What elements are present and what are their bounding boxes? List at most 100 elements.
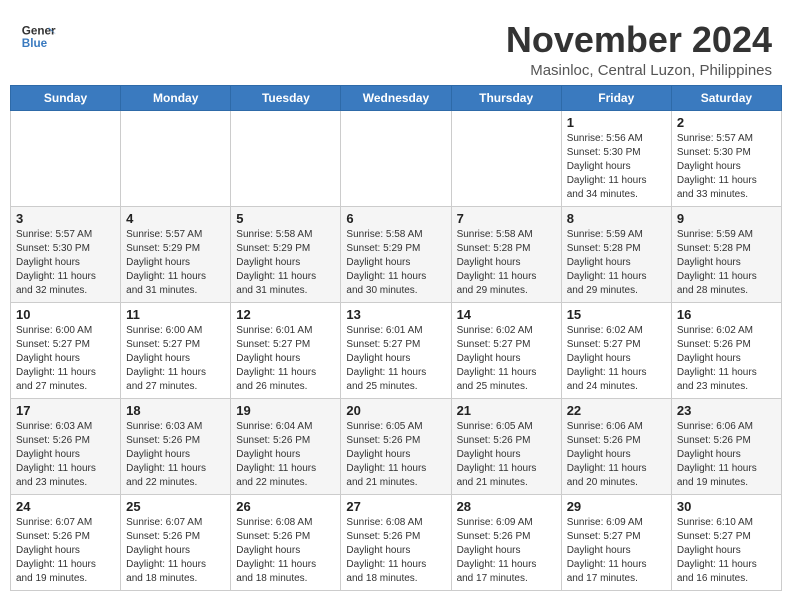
day-info: Sunrise: 5:58 AMSunset: 5:29 PMDaylight … xyxy=(346,228,445,298)
calendar-cell: 18 Sunrise: 6:03 AMSunset: 5:26 PMDayligh… xyxy=(121,398,231,494)
day-number: 25 xyxy=(126,499,225,514)
day-number: 11 xyxy=(126,307,225,322)
day-number: 2 xyxy=(677,115,776,130)
month-year-title: November 2024 xyxy=(506,20,772,60)
day-number: 29 xyxy=(567,499,666,514)
weekday-header-sunday: Sunday xyxy=(11,85,121,110)
day-number: 23 xyxy=(677,403,776,418)
calendar-cell: 26 Sunrise: 6:08 AMSunset: 5:26 PMDayligh… xyxy=(231,494,341,590)
calendar-cell xyxy=(341,110,451,206)
day-number: 6 xyxy=(346,211,445,226)
day-number: 17 xyxy=(16,403,115,418)
calendar-cell: 28Sunrise: 6:09 AMSunset: 5:26 PMDayligh… xyxy=(451,494,561,590)
day-info: Sunrise: 6:06 AMSunset: 5:26 PMDaylight … xyxy=(677,420,776,490)
day-number: 19 xyxy=(236,403,335,418)
calendar-cell: 29 Sunrise: 6:09 AMSunset: 5:27 PMDayligh… xyxy=(561,494,671,590)
day-info: Sunrise: 6:08 AMSunset: 5:26 PMDaylight … xyxy=(236,516,335,586)
day-number: 26 xyxy=(236,499,335,514)
day-number: 24 xyxy=(16,499,115,514)
calendar-cell: 24 Sunrise: 6:07 AMSunset: 5:26 PMDayligh… xyxy=(11,494,121,590)
day-info: Sunrise: 6:05 AMSunset: 5:26 PMDaylight … xyxy=(346,420,445,490)
day-number: 13 xyxy=(346,307,445,322)
calendar-cell: 23 Sunrise: 6:06 AMSunset: 5:26 PMDayligh… xyxy=(671,398,781,494)
day-info: Sunrise: 6:05 AMSunset: 5:26 PMDaylight … xyxy=(457,420,556,490)
day-info: Sunrise: 6:02 AMSunset: 5:27 PMDaylight … xyxy=(567,324,666,394)
calendar-cell: 14Sunrise: 6:02 AMSunset: 5:27 PMDayligh… xyxy=(451,302,561,398)
weekday-header-tuesday: Tuesday xyxy=(231,85,341,110)
calendar-cell xyxy=(121,110,231,206)
day-info: Sunrise: 5:58 AMSunset: 5:28 PMDaylight … xyxy=(457,228,556,298)
day-number: 12 xyxy=(236,307,335,322)
calendar-cell xyxy=(11,110,121,206)
calendar-week-row: 1 Sunrise: 5:56 AMSunset: 5:30 PMDaylight… xyxy=(11,110,782,206)
calendar-week-row: 17 Sunrise: 6:03 AMSunset: 5:26 PMDayligh… xyxy=(11,398,782,494)
svg-text:General: General xyxy=(22,24,56,37)
svg-text:Blue: Blue xyxy=(22,37,48,50)
day-info: Sunrise: 6:04 AMSunset: 5:26 PMDaylight … xyxy=(236,420,335,490)
day-number: 27 xyxy=(346,499,445,514)
day-info: Sunrise: 5:57 AMSunset: 5:30 PMDaylight … xyxy=(677,132,776,202)
day-number: 9 xyxy=(677,211,776,226)
day-number: 18 xyxy=(126,403,225,418)
weekday-header-monday: Monday xyxy=(121,85,231,110)
day-info: Sunrise: 6:03 AMSunset: 5:26 PMDaylight … xyxy=(16,420,115,490)
calendar-cell: 16Sunrise: 6:02 AMSunset: 5:26 PMDayligh… xyxy=(671,302,781,398)
calendar-cell: 6 Sunrise: 5:58 AMSunset: 5:29 PMDaylight… xyxy=(341,206,451,302)
day-info: Sunrise: 6:02 AMSunset: 5:27 PMDaylight … xyxy=(457,324,556,394)
day-info: Sunrise: 5:56 AMSunset: 5:30 PMDaylight … xyxy=(567,132,666,202)
day-info: Sunrise: 6:01 AMSunset: 5:27 PMDaylight … xyxy=(346,324,445,394)
day-number: 3 xyxy=(16,211,115,226)
day-info: Sunrise: 5:58 AMSunset: 5:29 PMDaylight … xyxy=(236,228,335,298)
weekday-header-saturday: Saturday xyxy=(671,85,781,110)
day-info: Sunrise: 5:59 AMSunset: 5:28 PMDaylight … xyxy=(677,228,776,298)
calendar-cell: 17 Sunrise: 6:03 AMSunset: 5:26 PMDayligh… xyxy=(11,398,121,494)
calendar-cell: 4 Sunrise: 5:57 AMSunset: 5:29 PMDaylight… xyxy=(121,206,231,302)
calendar-table: SundayMondayTuesdayWednesdayThursdayFrid… xyxy=(10,85,782,591)
calendar-cell xyxy=(451,110,561,206)
calendar-cell xyxy=(231,110,341,206)
calendar-cell: 20 Sunrise: 6:05 AMSunset: 5:26 PMDayligh… xyxy=(341,398,451,494)
day-info: Sunrise: 6:07 AMSunset: 5:26 PMDaylight … xyxy=(126,516,225,586)
day-info: Sunrise: 6:00 AMSunset: 5:27 PMDaylight … xyxy=(126,324,225,394)
title-block: November 2024 Masinloc, Central Luzon, P… xyxy=(506,20,772,79)
day-number: 5 xyxy=(236,211,335,226)
calendar-cell: 12 Sunrise: 6:01 AMSunset: 5:27 PMDayligh… xyxy=(231,302,341,398)
weekday-header-wednesday: Wednesday xyxy=(341,85,451,110)
day-number: 4 xyxy=(126,211,225,226)
weekday-header-friday: Friday xyxy=(561,85,671,110)
calendar-cell: 8Sunrise: 5:59 AMSunset: 5:28 PMDaylight… xyxy=(561,206,671,302)
page-header: General Blue November 2024 Masinloc, Cen… xyxy=(10,10,782,85)
weekday-header-row: SundayMondayTuesdayWednesdayThursdayFrid… xyxy=(11,85,782,110)
calendar-cell: 3 Sunrise: 5:57 AMSunset: 5:30 PMDaylight… xyxy=(11,206,121,302)
day-info: Sunrise: 6:06 AMSunset: 5:26 PMDaylight … xyxy=(567,420,666,490)
day-info: Sunrise: 6:03 AMSunset: 5:26 PMDaylight … xyxy=(126,420,225,490)
calendar-cell: 21Sunrise: 6:05 AMSunset: 5:26 PMDayligh… xyxy=(451,398,561,494)
day-info: Sunrise: 6:09 AMSunset: 5:26 PMDaylight … xyxy=(457,516,556,586)
calendar-cell: 5 Sunrise: 5:58 AMSunset: 5:29 PMDaylight… xyxy=(231,206,341,302)
calendar-cell: 11 Sunrise: 6:00 AMSunset: 5:27 PMDayligh… xyxy=(121,302,231,398)
calendar-cell: 10Sunrise: 6:00 AMSunset: 5:27 PMDayligh… xyxy=(11,302,121,398)
logo-icon: General Blue xyxy=(20,20,56,56)
day-number: 15 xyxy=(567,307,666,322)
day-info: Sunrise: 6:07 AMSunset: 5:26 PMDaylight … xyxy=(16,516,115,586)
day-number: 8 xyxy=(567,211,666,226)
calendar-cell: 30Sunrise: 6:10 AMSunset: 5:27 PMDayligh… xyxy=(671,494,781,590)
day-info: Sunrise: 6:08 AMSunset: 5:26 PMDaylight … xyxy=(346,516,445,586)
day-info: Sunrise: 5:57 AMSunset: 5:30 PMDaylight … xyxy=(16,228,115,298)
day-info: Sunrise: 6:09 AMSunset: 5:27 PMDaylight … xyxy=(567,516,666,586)
day-number: 1 xyxy=(567,115,666,130)
weekday-header-thursday: Thursday xyxy=(451,85,561,110)
calendar-cell: 2 Sunrise: 5:57 AMSunset: 5:30 PMDaylight… xyxy=(671,110,781,206)
day-number: 16 xyxy=(677,307,776,322)
day-number: 20 xyxy=(346,403,445,418)
day-info: Sunrise: 6:01 AMSunset: 5:27 PMDaylight … xyxy=(236,324,335,394)
calendar-week-row: 10Sunrise: 6:00 AMSunset: 5:27 PMDayligh… xyxy=(11,302,782,398)
day-info: Sunrise: 5:57 AMSunset: 5:29 PMDaylight … xyxy=(126,228,225,298)
calendar-week-row: 24 Sunrise: 6:07 AMSunset: 5:26 PMDayligh… xyxy=(11,494,782,590)
calendar-cell: 25 Sunrise: 6:07 AMSunset: 5:26 PMDayligh… xyxy=(121,494,231,590)
calendar-cell: 13 Sunrise: 6:01 AMSunset: 5:27 PMDayligh… xyxy=(341,302,451,398)
calendar-week-row: 3 Sunrise: 5:57 AMSunset: 5:30 PMDaylight… xyxy=(11,206,782,302)
calendar-cell: 22Sunrise: 6:06 AMSunset: 5:26 PMDayligh… xyxy=(561,398,671,494)
day-info: Sunrise: 6:00 AMSunset: 5:27 PMDaylight … xyxy=(16,324,115,394)
calendar-cell: 9 Sunrise: 5:59 AMSunset: 5:28 PMDaylight… xyxy=(671,206,781,302)
